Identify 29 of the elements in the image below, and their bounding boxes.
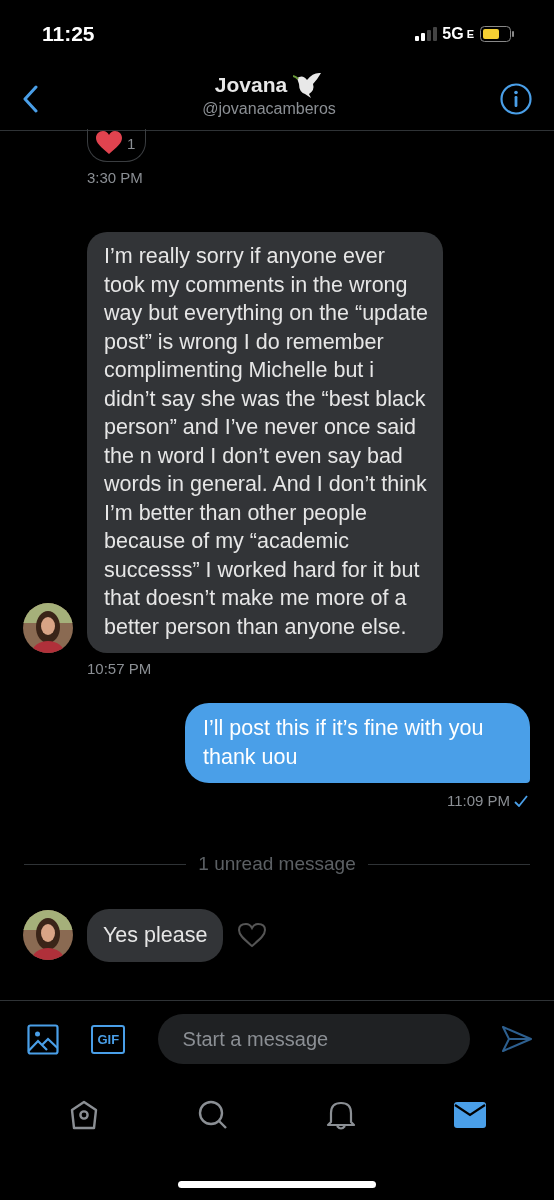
message-bubble: I’m really sorry if anyone ever took my comments in the wrong way but everything on the “update post” is wrong I do remember complimenting Michelle but i didn’t say she was the “best black person” and I’ve never once said the n word I don’t even say bad words in general. And I don’t think I’m better than other people because of my “academic successs” I worked hard for it but that doesn’t make me more of a better person than anyone else. <box>87 232 443 653</box>
message-input-field[interactable]: Start a message <box>157 1014 470 1064</box>
message-bubble: Yes please <box>87 909 224 962</box>
network-label: 5G <box>442 25 464 43</box>
message-time: 3:30 PM <box>87 169 143 186</box>
unread-divider-label: 1 unread message <box>198 853 356 875</box>
contact-handle: @jovanacamberos <box>202 100 336 118</box>
info-icon[interactable] <box>500 83 532 115</box>
gif-button[interactable]: GIF <box>91 1024 126 1054</box>
mail-icon[interactable] <box>453 1101 486 1129</box>
search-icon[interactable] <box>196 1100 229 1130</box>
heart-icon <box>96 131 122 155</box>
status-time: 11:25 <box>42 22 95 46</box>
battery-icon <box>480 26 514 42</box>
message-time: 10:57 PM <box>86 660 153 677</box>
contact-name: Jovana <box>214 73 288 97</box>
image-icon[interactable] <box>27 1023 59 1055</box>
send-icon[interactable] <box>502 1026 532 1052</box>
message-bubble: I’ll post this if it’s fine with you thank uou <box>185 703 530 783</box>
back-icon[interactable] <box>22 85 38 113</box>
heart-outline-icon[interactable] <box>237 922 268 949</box>
bell-icon[interactable] <box>325 1100 358 1130</box>
message-time: 11:09 PM <box>446 792 510 809</box>
check-icon <box>514 794 528 807</box>
reaction-count: 1 <box>127 134 136 152</box>
dove-icon <box>293 72 324 98</box>
signal-icon <box>415 27 438 41</box>
network-suffix: E <box>466 28 474 40</box>
reaction-pill[interactable]: 1 <box>87 129 147 162</box>
